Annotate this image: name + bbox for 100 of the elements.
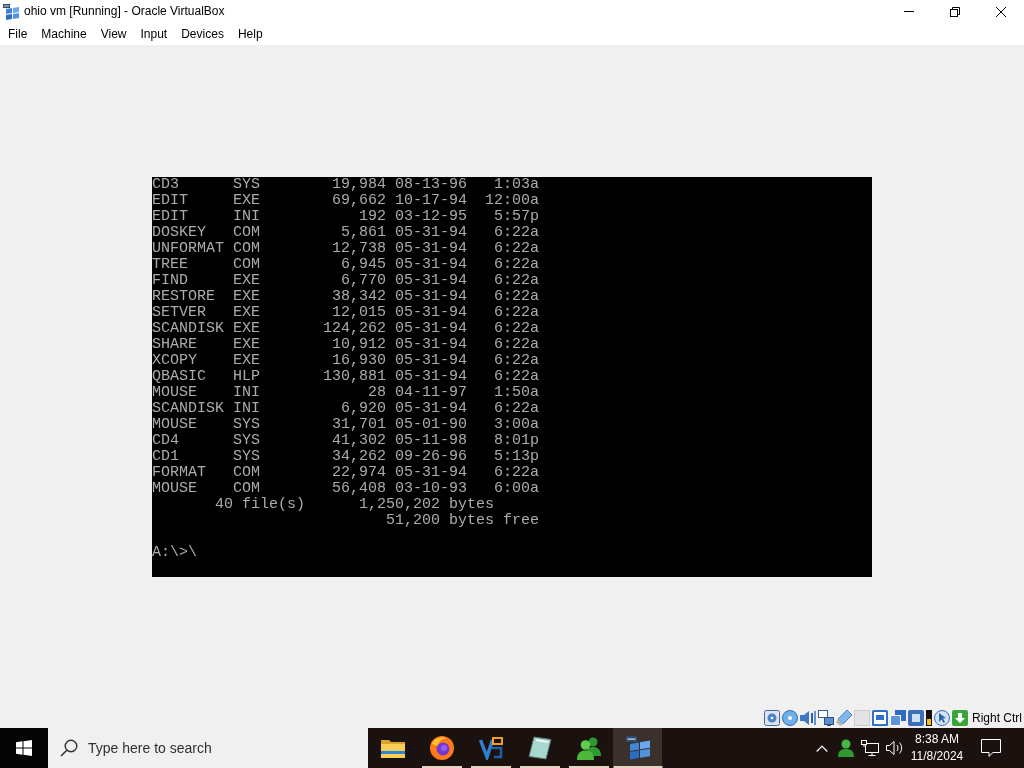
- menu-item[interactable]: File: [1, 23, 35, 45]
- file-name: DOSKEY: [152, 224, 206, 241]
- file-size: 16,930: [332, 352, 386, 369]
- file-time: 6:22a: [494, 320, 539, 337]
- down-arrow-icon[interactable]: [952, 710, 968, 726]
- pen-drive-icon[interactable]: [836, 710, 852, 726]
- network-icon[interactable]: [861, 740, 879, 756]
- file-size: 12,015: [332, 304, 386, 321]
- file-size: 41,302: [332, 432, 386, 449]
- menu-item[interactable]: Devices: [174, 23, 231, 45]
- file-date: 05-31-94: [395, 320, 468, 337]
- file-extension: INI: [233, 400, 260, 417]
- file-time: 1:50a: [494, 384, 539, 401]
- file-size: 31,701: [332, 416, 386, 433]
- file-name: SHARE: [152, 336, 197, 353]
- file-date: 09-26-96: [395, 448, 468, 465]
- stacked-windows-icon[interactable]: [890, 710, 906, 726]
- file-date: 05-31-94: [395, 256, 468, 273]
- file-date: 03-10-93: [395, 480, 468, 497]
- speaker-icon[interactable]: [800, 710, 816, 726]
- file-extension: EXE: [233, 336, 260, 353]
- file-time: 6:22a: [494, 464, 539, 481]
- file-extension: EXE: [233, 272, 260, 289]
- search-field[interactable]: Type here to search: [48, 728, 368, 768]
- file-extension: COM: [233, 240, 260, 257]
- file-date: 05-31-94: [395, 368, 468, 385]
- start-button[interactable]: [0, 728, 48, 768]
- file-extension: INI: [233, 208, 260, 225]
- file-name: MOUSE: [152, 480, 197, 497]
- file-name: XCOPY: [152, 352, 197, 369]
- file-extension: SYS: [233, 448, 260, 465]
- file-name: MOUSE: [152, 416, 197, 433]
- notification-icon: [981, 739, 1001, 757]
- file-time: 6:00a: [494, 480, 539, 497]
- file-date: 05-31-94: [395, 288, 468, 305]
- file-name: RESTORE: [152, 288, 215, 305]
- file-size: 6,770: [341, 272, 386, 289]
- file-size: 6,920: [341, 400, 386, 417]
- file-name: QBASIC: [152, 368, 206, 385]
- file-extension: EXE: [233, 352, 260, 369]
- globe-icon: [429, 736, 454, 760]
- file-extension: EXE: [233, 192, 260, 209]
- file-size: 130,881: [323, 368, 386, 385]
- taskbar-app-button[interactable]: [613, 728, 662, 768]
- file-extension: EXE: [233, 304, 260, 321]
- file-time: 6:22a: [494, 368, 539, 385]
- file-size: 34,262: [332, 448, 386, 465]
- command-prompt: A:\>\: [152, 543, 197, 561]
- file-extension: COM: [233, 224, 260, 241]
- file-size: 56,408: [332, 480, 386, 497]
- restore-icon: [950, 6, 960, 17]
- window-panes-icon: [3, 3, 19, 20]
- clock-date[interactable]: 11/8/2024: [910, 748, 964, 765]
- volume-icon[interactable]: [885, 740, 903, 756]
- file-size: 192: [359, 208, 386, 225]
- file-name: CD1: [152, 448, 179, 465]
- file-extension: EXE: [233, 320, 260, 337]
- menu-item[interactable]: View: [93, 23, 134, 45]
- file-time: 6:22a: [494, 400, 539, 417]
- menu-item[interactable]: Input: [133, 23, 175, 45]
- file-time: 6:22a: [494, 256, 539, 273]
- file-date: 05-31-94: [395, 336, 468, 353]
- clock-time[interactable]: 8:38 AM: [915, 731, 959, 748]
- file-time: 5:57p: [494, 208, 539, 225]
- file-extension: COM: [233, 464, 260, 481]
- monitor-icon[interactable]: [872, 710, 888, 726]
- file-name: FORMAT: [152, 464, 206, 481]
- file-extension: SYS: [233, 176, 260, 193]
- file-date: 05-31-94: [395, 224, 468, 241]
- file-name: MOUSE: [152, 384, 197, 401]
- file-extension: EXE: [233, 288, 260, 305]
- chip-icon[interactable]: [908, 710, 924, 726]
- file-count-text: 40 file(s): [215, 496, 305, 513]
- file-size: 19,984: [332, 176, 386, 193]
- file-extension: HLP: [233, 368, 260, 385]
- pointer-disc-icon[interactable]: [934, 710, 950, 726]
- menu-item[interactable]: Machine: [34, 23, 94, 45]
- file-time: 6:22a: [494, 336, 539, 353]
- file-extension: SYS: [233, 416, 260, 433]
- person-icon[interactable]: [838, 739, 854, 757]
- windows-logo-icon: [16, 740, 32, 756]
- file-extension: COM: [233, 480, 260, 497]
- file-time: 6:22a: [494, 224, 539, 241]
- file-date: 05-01-90: [395, 416, 468, 433]
- file-date: 05-31-94: [395, 272, 468, 289]
- window-title: ohio vm [Running] - Oracle VirtualBox: [24, 3, 225, 20]
- file-size: 5,861: [341, 224, 386, 241]
- file-extension: SYS: [233, 432, 260, 449]
- close-icon: [996, 6, 1006, 17]
- file-name: CD3: [152, 176, 179, 193]
- disc-icon[interactable]: [782, 710, 798, 726]
- network-icon[interactable]: [818, 710, 834, 726]
- file-extension: INI: [233, 384, 260, 401]
- file-date: 03-12-95: [395, 208, 468, 225]
- file-time: 6:22a: [494, 352, 539, 369]
- file-date: 10-17-94: [395, 192, 468, 209]
- file-date: 05-31-94: [395, 352, 468, 369]
- menu-item[interactable]: Help: [230, 23, 270, 45]
- hard-disk-icon[interactable]: [764, 710, 780, 726]
- folder-icon: [380, 738, 405, 758]
